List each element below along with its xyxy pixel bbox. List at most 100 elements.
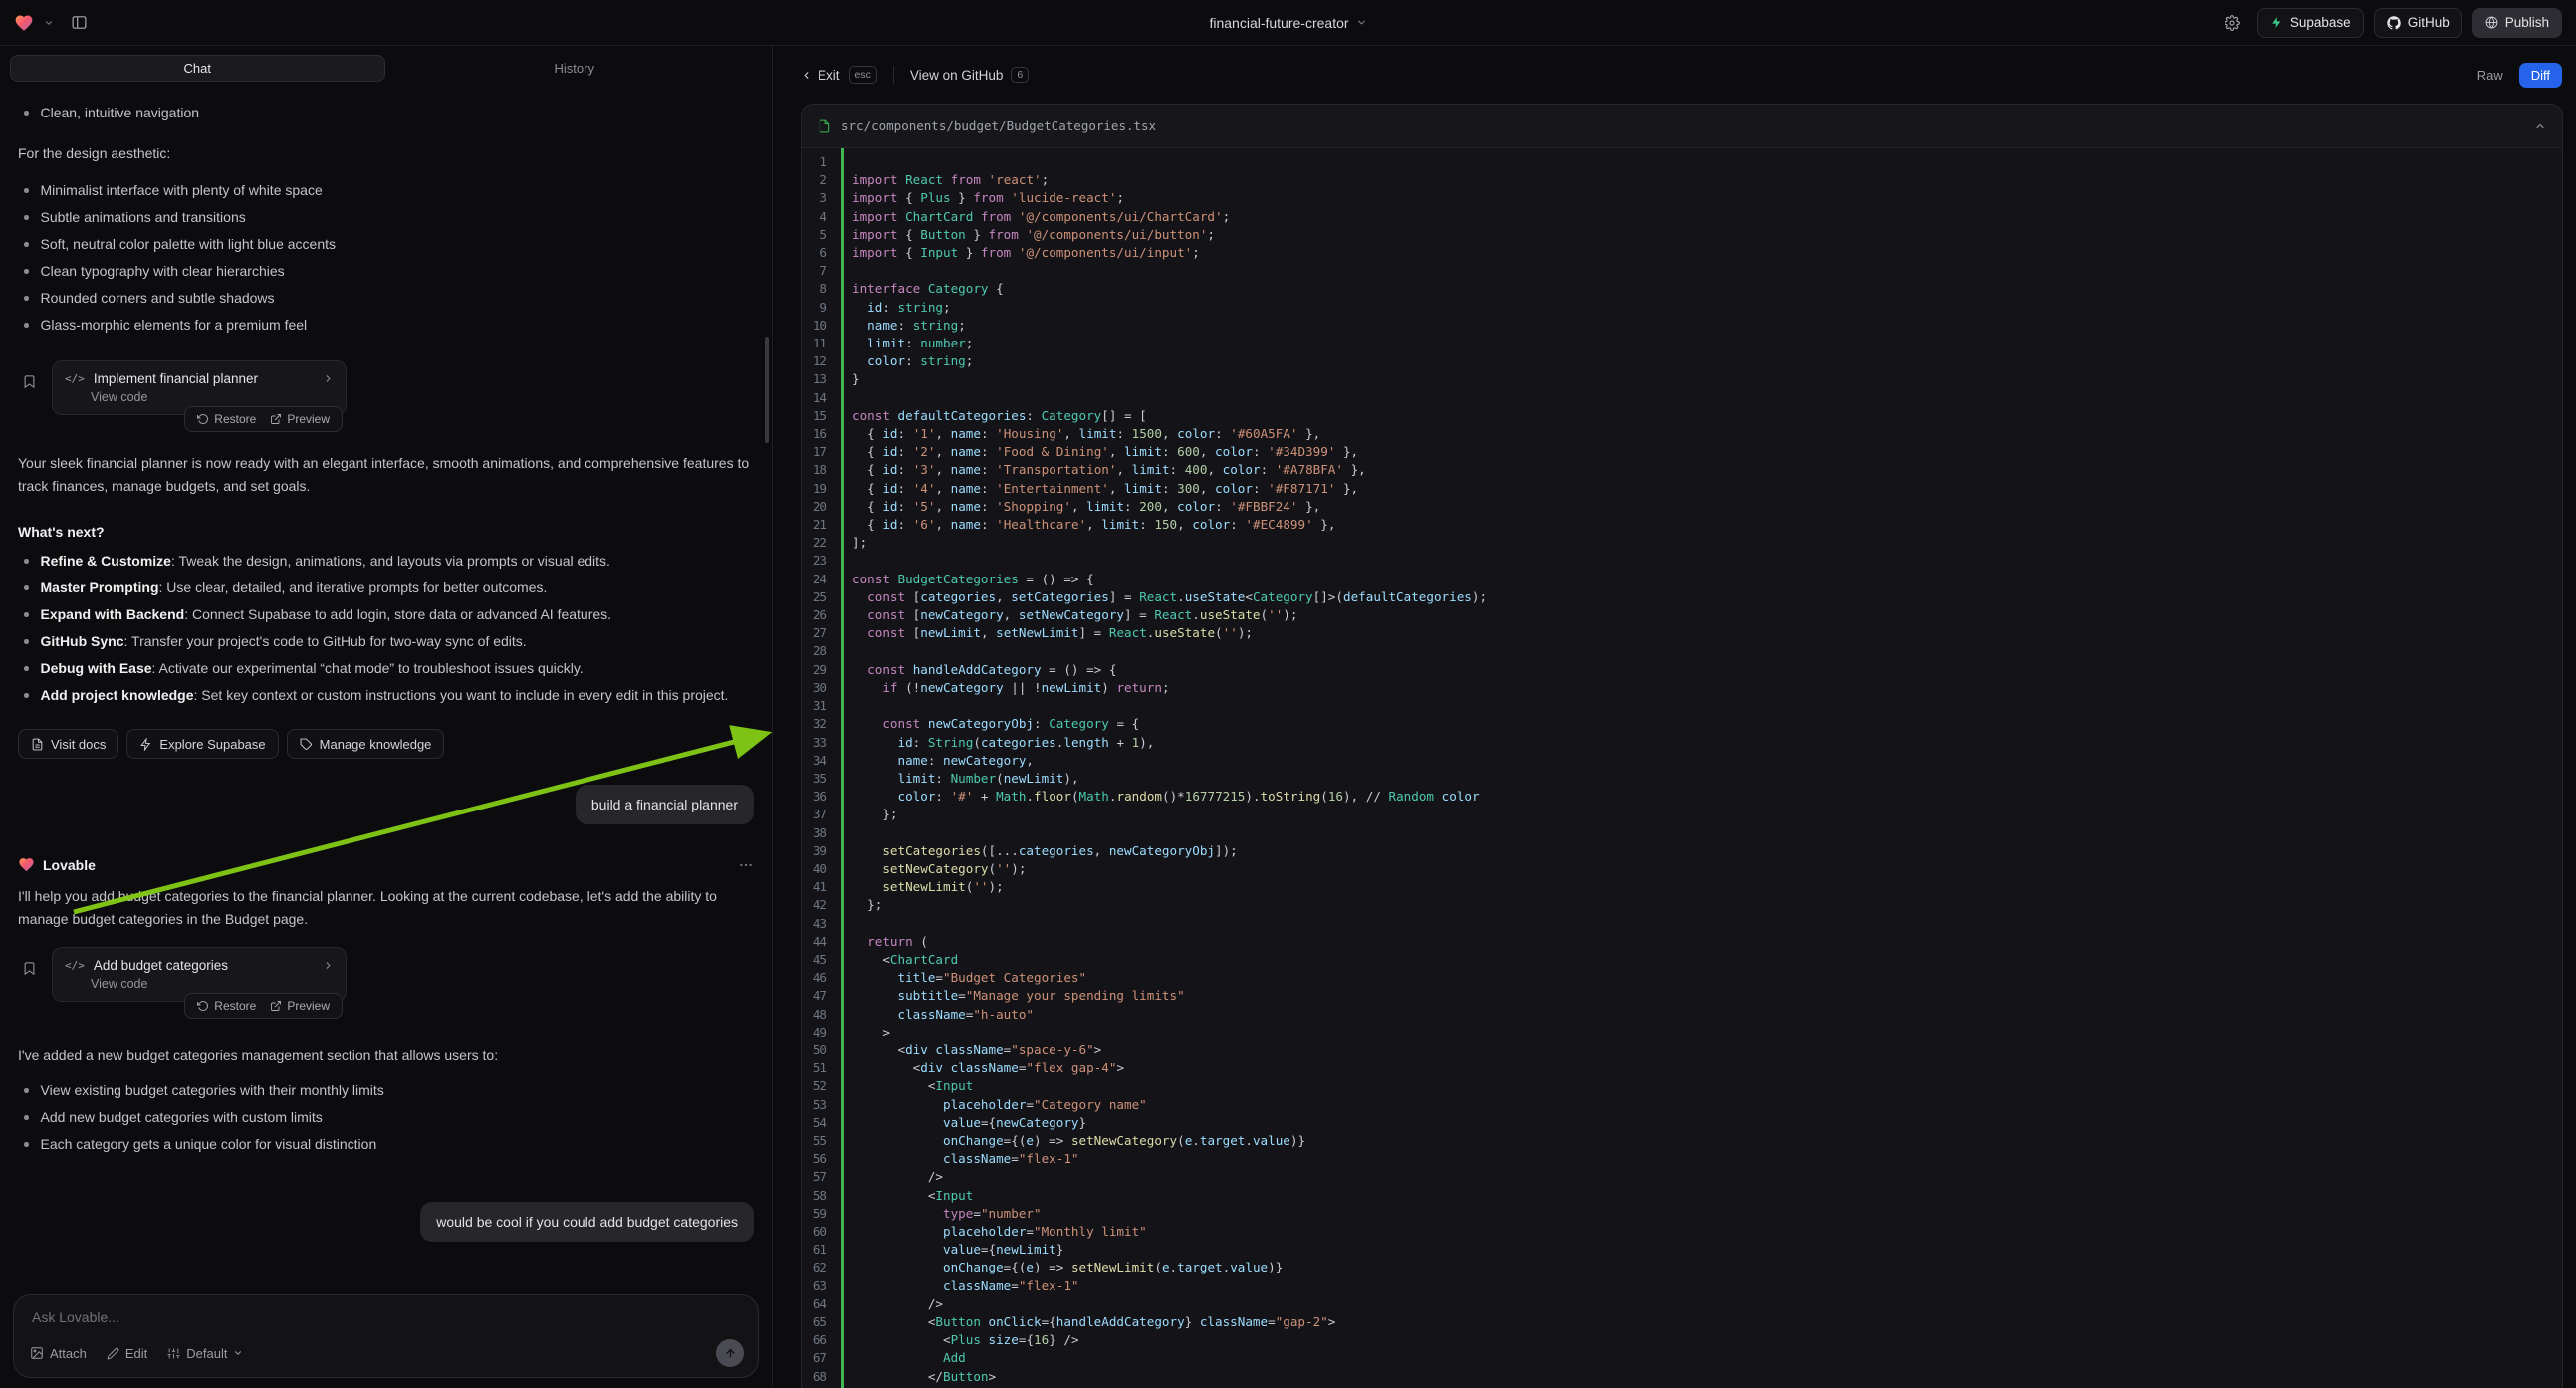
- restore-button[interactable]: Restore: [191, 410, 262, 428]
- list-item: View existing budget categories with the…: [18, 1077, 754, 1104]
- diff-added-gutter: [841, 148, 844, 1388]
- supabase-bolt-icon: [2270, 16, 2283, 29]
- explore-supabase-button[interactable]: Explore Supabase: [126, 729, 278, 759]
- attach-button[interactable]: Attach: [28, 1344, 89, 1363]
- code-icon: </>: [65, 959, 85, 972]
- line-number: 40: [802, 860, 837, 878]
- line-number: 23: [802, 552, 837, 570]
- added-bullet-list: View existing budget categories with the…: [18, 1077, 754, 1158]
- line-number: 49: [802, 1024, 837, 1041]
- line-number: 30: [802, 679, 837, 697]
- chat-input[interactable]: [28, 1307, 744, 1327]
- code-line: 55 onChange={(e) => setNewCategory(e.tar…: [802, 1132, 2562, 1150]
- chevron-left-icon: [801, 70, 812, 81]
- restore-preview-toolbar: Restore Preview: [184, 406, 343, 432]
- more-options-button[interactable]: [738, 857, 754, 873]
- line-number: 4: [802, 208, 837, 226]
- publish-button[interactable]: Publish: [2472, 8, 2562, 38]
- code-line: 31: [802, 697, 2562, 715]
- tag-icon: [300, 738, 313, 751]
- external-link-icon: [270, 413, 282, 425]
- code-line: 59 type="number": [802, 1205, 2562, 1223]
- line-number: 51: [802, 1059, 837, 1077]
- supabase-button[interactable]: Supabase: [2257, 8, 2364, 38]
- preview-button[interactable]: Preview: [264, 410, 336, 428]
- view-on-github-button[interactable]: View on GitHub: [910, 68, 1004, 83]
- file-header[interactable]: src/components/budget/BudgetCategories.t…: [802, 105, 2562, 148]
- line-number: 17: [802, 443, 837, 461]
- view-code-link[interactable]: View code: [65, 977, 334, 991]
- line-number: 43: [802, 915, 837, 933]
- diff-toggle-button[interactable]: Diff: [2519, 63, 2562, 88]
- next-step-item: Debug with Ease: Activate our experiment…: [18, 655, 754, 682]
- code-line: 24const BudgetCategories = () => {: [802, 571, 2562, 588]
- code-line: 49 >: [802, 1024, 2562, 1041]
- code-line: 12 color: string;: [802, 352, 2562, 370]
- chat-mode-selector[interactable]: Default: [165, 1344, 245, 1363]
- logo-menu-chevron-down-icon[interactable]: [44, 18, 54, 28]
- visit-docs-button[interactable]: Visit docs: [18, 729, 118, 759]
- next-step-item: GitHub Sync: Transfer your project's cod…: [18, 628, 754, 655]
- line-number: 62: [802, 1259, 837, 1276]
- quick-actions: Visit docs Explore Supabase Manage knowl…: [18, 729, 754, 759]
- bookmark-icon[interactable]: [22, 374, 37, 389]
- lovable-logo-icon[interactable]: [14, 13, 34, 33]
- github-button[interactable]: GitHub: [2374, 8, 2462, 38]
- edit-mode-button[interactable]: Edit: [105, 1344, 149, 1363]
- line-number: 41: [802, 878, 837, 896]
- code-line: 22];: [802, 534, 2562, 552]
- exit-button[interactable]: Exit: [801, 68, 840, 83]
- code-area[interactable]: 12import React from 'react';3import { Pl…: [802, 148, 2562, 1388]
- line-number: 66: [802, 1331, 837, 1349]
- code-viewer-card: src/components/budget/BudgetCategories.t…: [801, 104, 2563, 1388]
- code-line: 58 <Input: [802, 1187, 2562, 1205]
- settings-button[interactable]: [2218, 8, 2247, 38]
- code-line: 14: [802, 389, 2562, 407]
- send-button[interactable]: [716, 1339, 744, 1367]
- code-line: 23: [802, 552, 2562, 570]
- line-number: 52: [802, 1077, 837, 1095]
- line-number: 59: [802, 1205, 837, 1223]
- line-number: 68: [802, 1368, 837, 1386]
- restore-button[interactable]: Restore: [191, 997, 262, 1015]
- tab-history[interactable]: History: [387, 55, 763, 82]
- line-number: 35: [802, 770, 837, 788]
- view-code-link[interactable]: View code: [65, 390, 334, 404]
- edit-card-title: Implement financial planner: [94, 371, 258, 386]
- line-number: 34: [802, 752, 837, 770]
- code-line: 15const defaultCategories: Category[] = …: [802, 407, 2562, 425]
- toolbar-divider: [893, 66, 894, 84]
- code-line: 44 return (: [802, 933, 2562, 951]
- line-number: 14: [802, 389, 837, 407]
- bookmark-icon[interactable]: [22, 961, 37, 976]
- manage-knowledge-button[interactable]: Manage knowledge: [287, 729, 445, 759]
- list-item: Minimalist interface with plenty of whit…: [18, 177, 754, 204]
- collapse-file-button[interactable]: [2534, 120, 2546, 132]
- tab-chat[interactable]: Chat: [10, 55, 385, 82]
- preview-button[interactable]: Preview: [264, 997, 336, 1015]
- raw-toggle-button[interactable]: Raw: [2467, 64, 2513, 87]
- code-line: 51 <div className="flex gap-4">: [802, 1059, 2562, 1077]
- code-line: 27 const [newLimit, setNewLimit] = React…: [802, 624, 2562, 642]
- code-line: 65 <Button onClick={handleAddCategory} c…: [802, 1313, 2562, 1331]
- toggle-sidebar-button[interactable]: [64, 8, 94, 38]
- next-step-item: Expand with Backend: Connect Supabase to…: [18, 601, 754, 628]
- project-switcher[interactable]: financial-future-creator: [1209, 15, 1366, 31]
- line-number: 64: [802, 1295, 837, 1313]
- line-number: 54: [802, 1114, 837, 1132]
- line-number: 15: [802, 407, 837, 425]
- chat-scrollbar-thumb[interactable]: [765, 337, 769, 443]
- code-line: 52 <Input: [802, 1077, 2562, 1095]
- code-panel: Exit esc View on GitHub 6 Raw Diff src/c…: [774, 46, 2576, 1388]
- assistant-paragraph: For the design aesthetic:: [18, 142, 754, 165]
- code-line: 6import { Input } from '@/components/ui/…: [802, 244, 2562, 262]
- line-number: 50: [802, 1041, 837, 1059]
- line-number: 18: [802, 461, 837, 479]
- code-line: 47 subtitle="Manage your spending limits…: [802, 987, 2562, 1005]
- line-number: 8: [802, 280, 837, 298]
- line-number: 31: [802, 697, 837, 715]
- composer: Attach Edit Default: [13, 1294, 759, 1378]
- code-line: 9 id: string;: [802, 299, 2562, 317]
- line-number: 65: [802, 1313, 837, 1331]
- chevron-right-icon: [323, 960, 334, 971]
